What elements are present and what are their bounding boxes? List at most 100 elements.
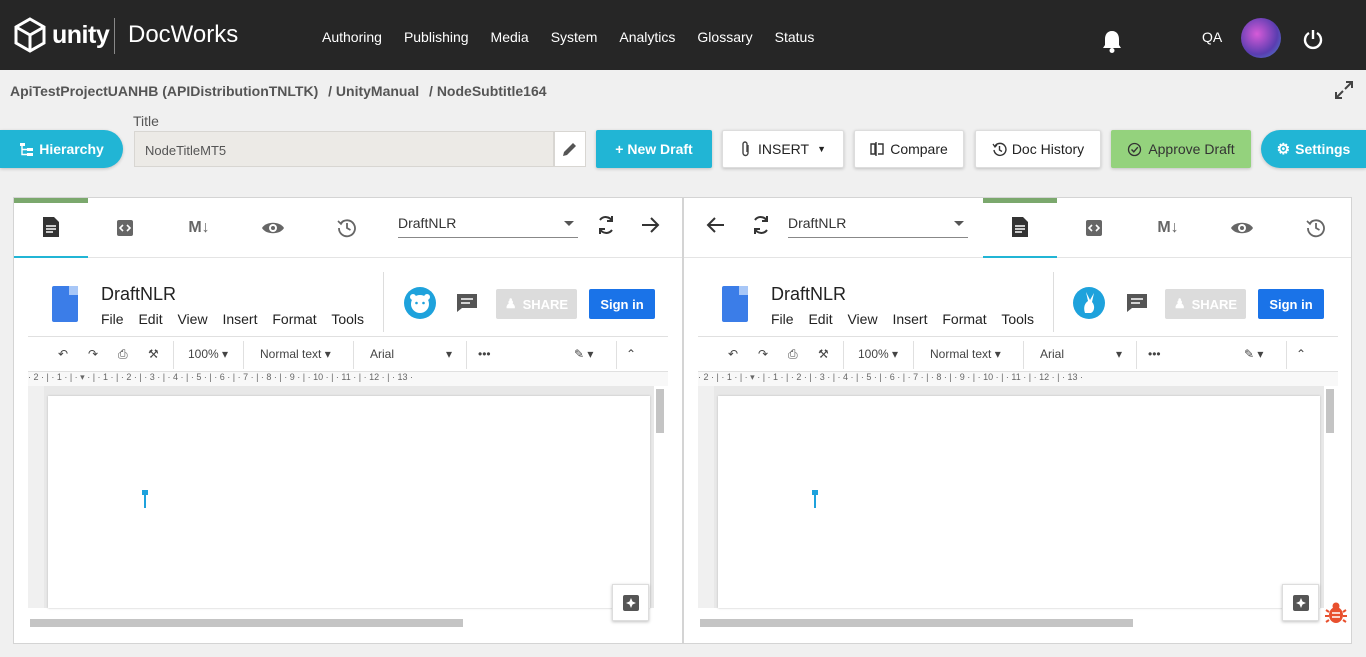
- undo-icon[interactable]: ↶: [728, 347, 738, 361]
- user-initials[interactable]: QA: [1202, 29, 1222, 45]
- collapse-icon[interactable]: ⌃: [626, 347, 636, 361]
- tab-document[interactable]: [14, 198, 88, 258]
- print-icon[interactable]: ⎙: [788, 347, 798, 362]
- hierarchy-button[interactable]: Hierarchy: [0, 130, 123, 168]
- sync-icon[interactable]: [595, 214, 617, 236]
- menu-file[interactable]: File: [101, 311, 124, 327]
- compare-button[interactable]: Compare: [854, 130, 964, 168]
- menu-insert[interactable]: Insert: [222, 311, 257, 327]
- tab-history[interactable]: [1279, 198, 1353, 258]
- bell-icon[interactable]: [1101, 29, 1123, 53]
- editing-mode-icon[interactable]: ✎ ▾: [574, 347, 593, 361]
- settings-button[interactable]: ⚙ Settings: [1261, 130, 1366, 168]
- vertical-scrollbar[interactable]: [656, 389, 664, 433]
- zoom-select[interactable]: 100% ▾: [858, 347, 898, 361]
- right-draft-select[interactable]: DraftNLR: [788, 210, 968, 238]
- menu-tools[interactable]: Tools: [331, 311, 364, 327]
- nav-analytics[interactable]: Analytics: [619, 29, 675, 45]
- menu-edit[interactable]: Edit: [808, 311, 832, 327]
- paint-format-icon[interactable]: ⚒: [148, 347, 159, 361]
- tab-source[interactable]: [88, 198, 162, 258]
- left-doc-name[interactable]: DraftNLR: [101, 284, 176, 305]
- share-button[interactable]: ♟ SHARE: [1165, 289, 1246, 319]
- title-label: Title: [133, 113, 159, 129]
- share-button[interactable]: ♟ SHARE: [496, 289, 577, 319]
- breadcrumb-node[interactable]: / NodeSubtitle164: [429, 83, 546, 99]
- comment-icon[interactable]: [1126, 293, 1148, 313]
- style-select[interactable]: Normal text ▾: [260, 347, 331, 361]
- menu-view[interactable]: View: [847, 311, 877, 327]
- nav-system[interactable]: System: [551, 29, 598, 45]
- editing-mode-icon[interactable]: ✎ ▾: [1244, 347, 1263, 361]
- sign-in-button[interactable]: Sign in: [589, 289, 655, 319]
- arrow-right-icon[interactable]: [639, 214, 661, 236]
- menu-tools[interactable]: Tools: [1001, 311, 1034, 327]
- redo-icon[interactable]: ↷: [88, 347, 98, 361]
- breadcrumb-manual[interactable]: / UnityManual: [328, 83, 419, 99]
- menu-format[interactable]: Format: [272, 311, 316, 327]
- right-doc-page[interactable]: [718, 396, 1320, 608]
- check-circle-icon: [1128, 142, 1142, 156]
- menu-insert[interactable]: Insert: [892, 311, 927, 327]
- comment-icon[interactable]: [456, 293, 478, 313]
- tab-markdown[interactable]: M↓: [1131, 198, 1205, 258]
- font-select[interactable]: Arial ▾: [1040, 347, 1122, 361]
- new-draft-button[interactable]: + New Draft: [596, 130, 712, 168]
- horizontal-scrollbar[interactable]: [30, 619, 463, 627]
- tab-markdown[interactable]: M↓: [162, 198, 236, 258]
- history-icon: [992, 142, 1007, 156]
- menu-edit[interactable]: Edit: [138, 311, 162, 327]
- breadcrumb-project[interactable]: ApiTestProjectUANHB (APIDistributionTNLT…: [10, 83, 318, 99]
- app-name[interactable]: DocWorks: [128, 21, 238, 49]
- more-icon[interactable]: •••: [478, 347, 491, 361]
- nav-media[interactable]: Media: [491, 29, 529, 45]
- bug-report-icon[interactable]: [1323, 600, 1349, 626]
- nav-authoring[interactable]: Authoring: [322, 29, 382, 45]
- menu-format[interactable]: Format: [942, 311, 986, 327]
- anonymous-rabbit-icon[interactable]: [1073, 287, 1105, 319]
- vertical-scrollbar[interactable]: [1326, 389, 1334, 433]
- unity-cube-icon: [14, 17, 46, 53]
- power-icon[interactable]: [1302, 28, 1324, 50]
- style-select[interactable]: Normal text ▾: [930, 347, 1001, 361]
- tab-source[interactable]: [1057, 198, 1131, 258]
- more-icon[interactable]: •••: [1148, 347, 1161, 361]
- sign-in-button[interactable]: Sign in: [1258, 289, 1324, 319]
- font-select[interactable]: Arial ▾: [370, 347, 452, 361]
- arrow-left-icon[interactable]: [705, 214, 727, 236]
- tab-history[interactable]: [310, 198, 384, 258]
- tab-preview[interactable]: [1205, 198, 1279, 258]
- right-google-doc: DraftNLR File Edit View Insert Format To…: [698, 258, 1338, 630]
- menu-view[interactable]: View: [177, 311, 207, 327]
- tab-document[interactable]: [983, 198, 1057, 258]
- paint-format-icon[interactable]: ⚒: [818, 347, 829, 361]
- unity-logo[interactable]: unity: [14, 17, 110, 53]
- zoom-select[interactable]: 100% ▾: [188, 347, 228, 361]
- collapse-icon[interactable]: ⌃: [1296, 347, 1306, 361]
- fullscreen-icon[interactable]: [1334, 80, 1354, 100]
- compare-icon: [870, 142, 884, 156]
- tab-preview[interactable]: [236, 198, 310, 258]
- redo-icon[interactable]: ↷: [758, 347, 768, 361]
- insert-button[interactable]: INSERT ▼: [722, 130, 844, 168]
- undo-icon[interactable]: ↶: [58, 347, 68, 361]
- nav-glossary[interactable]: Glossary: [697, 29, 752, 45]
- nav-status[interactable]: Status: [775, 29, 815, 45]
- edit-title-button[interactable]: [554, 131, 586, 167]
- avatar[interactable]: [1241, 18, 1281, 58]
- print-icon[interactable]: ⎙: [118, 347, 128, 362]
- horizontal-scrollbar[interactable]: [700, 619, 1133, 627]
- right-doc-name[interactable]: DraftNLR: [771, 284, 846, 305]
- approve-draft-button[interactable]: Approve Draft: [1111, 130, 1251, 168]
- explore-button[interactable]: [612, 584, 649, 621]
- left-draft-select[interactable]: DraftNLR: [398, 210, 578, 238]
- sync-icon[interactable]: [750, 214, 772, 236]
- nav-publishing[interactable]: Publishing: [404, 29, 469, 45]
- share-label: SHARE: [1191, 296, 1238, 312]
- doc-history-button[interactable]: Doc History: [975, 130, 1101, 168]
- menu-file[interactable]: File: [771, 311, 794, 327]
- anonymous-hamster-icon[interactable]: [404, 287, 436, 319]
- explore-button[interactable]: [1282, 584, 1319, 621]
- left-doc-page[interactable]: [48, 396, 650, 608]
- title-field[interactable]: NodeTitleMT5: [134, 131, 554, 167]
